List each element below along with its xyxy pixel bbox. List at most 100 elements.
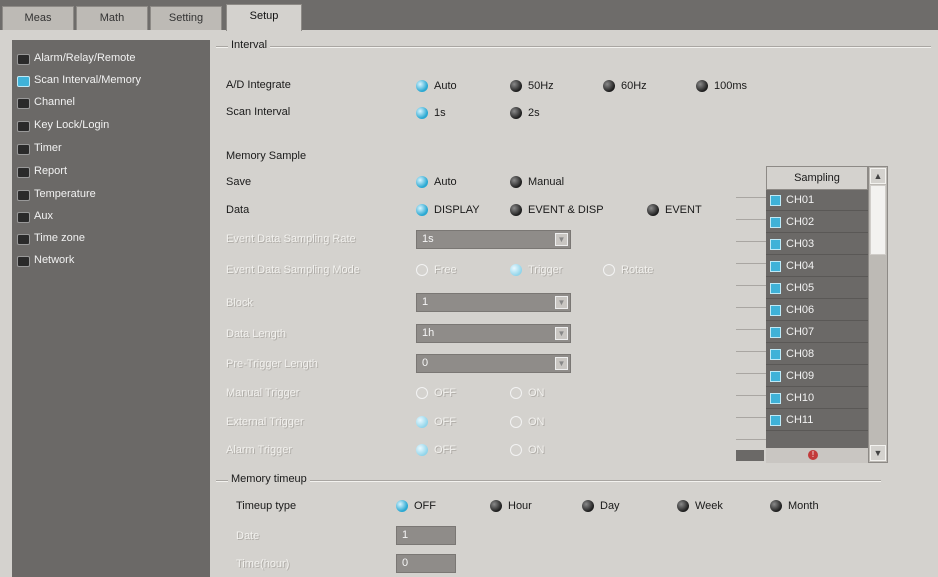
sidebar-item-label: Report [34,165,68,177]
scan-interval-1s-radio[interactable]: 1s [416,105,446,121]
channel-item-ch06[interactable]: CH06 [766,300,868,321]
bullet-icon [17,256,30,267]
channel-item-ch04[interactable]: CH04 [766,256,868,277]
sidebar-item-network[interactable]: Network [12,250,210,271]
timeup-day-radio[interactable]: Day [582,498,620,514]
checkbox-icon [770,283,781,294]
date-field[interactable]: 1 [396,526,456,545]
sidebar-item-label: Alarm/Relay/Remote [34,52,136,64]
channel-item-ch09[interactable]: CH09 [766,366,868,387]
event-mode-trigger-radio[interactable]: Trigger [510,262,562,278]
sidebar-item-channel[interactable]: Channel [12,92,210,113]
sampling-channel-list: CH01 CH02 CH03 CH04 CH05 CH06 CH07 CH08 … [766,190,868,448]
sidebar-item-label: Key Lock/Login [34,119,110,131]
data-length-select[interactable]: 1h ▼ [416,324,571,343]
ad-integrate-auto-radio[interactable]: Auto [416,78,457,94]
settings-panel: Interval A/D Integrate Auto 50Hz 60Hz 10… [216,36,938,577]
event-mode-free-radio[interactable]: Free [416,262,457,278]
channel-item-ch05[interactable]: CH05 [766,278,868,299]
bullet-icon [17,98,30,109]
alarm-trigger-label: Alarm Trigger [226,444,293,456]
sidebar-item-label: Channel [34,96,75,108]
checkbox-icon [770,261,781,272]
channel-item-ch11[interactable]: CH11 [766,410,868,431]
scroll-thumb[interactable] [870,185,886,255]
ad-integrate-label: A/D Integrate [226,79,291,91]
event-sampling-rate-select[interactable]: 1s ▼ [416,230,571,249]
event-mode-rotate-radio[interactable]: Rotate [603,262,653,278]
block-select[interactable]: 1 ▼ [416,293,571,312]
sidebar-item-timer[interactable]: Timer [12,138,210,159]
bullet-icon [17,190,30,201]
sidebar-item-time-zone[interactable]: Time zone [12,228,210,249]
tab-meas[interactable]: Meas [2,6,74,30]
ad-integrate-60hz-radio[interactable]: 60Hz [603,78,647,94]
checkbox-icon [770,349,781,360]
sidebar-item-report[interactable]: Report [12,161,210,182]
sampling-list: Sampling CH01 CH02 CH03 CH04 CH05 CH06 C… [736,166,888,486]
bullet-icon [17,121,30,132]
ad-integrate-100ms-radio[interactable]: 100ms [696,78,747,94]
alarm-trigger-on-radio[interactable]: ON [510,442,545,458]
bullet-icon [17,144,30,155]
event-sampling-mode-label: Event Data Sampling Mode [226,264,360,276]
external-trigger-label: External Trigger [226,416,304,428]
data-length-label: Data Length [226,328,286,340]
pretrigger-length-select[interactable]: 0 ▼ [416,354,571,373]
sidebar-item-alarm-relay-remote[interactable]: Alarm/Relay/Remote [12,48,210,69]
bullet-icon [17,234,30,245]
timeup-week-radio[interactable]: Week [677,498,723,514]
chevron-down-icon: ▼ [555,233,568,246]
sidebar-item-key-lock-login[interactable]: Key Lock/Login [12,115,210,136]
timeup-off-radio[interactable]: OFF [396,498,436,514]
checkbox-icon [770,371,781,382]
manual-trigger-on-radio[interactable]: ON [510,385,545,401]
channel-item-ch10[interactable]: CH10 [766,388,868,409]
channel-item-ch02[interactable]: CH02 [766,212,868,233]
channel-item-ch03[interactable]: CH03 [766,234,868,255]
sidebar-item-aux[interactable]: Aux [12,206,210,227]
tab-math[interactable]: Math [76,6,148,30]
save-label: Save [226,176,252,188]
sidebar-item-label: Aux [34,210,53,222]
timeup-hour-radio[interactable]: Hour [490,498,532,514]
bullet-icon [17,54,30,65]
timeup-month-radio[interactable]: Month [770,498,819,514]
sidebar-item-temperature[interactable]: Temperature [12,184,210,205]
data-event-disp-radio[interactable]: EVENT & DISP [510,202,604,218]
save-manual-radio[interactable]: Manual [510,174,564,190]
scan-interval-2s-radio[interactable]: 2s [510,105,540,121]
external-trigger-off-radio[interactable]: OFF [416,414,456,430]
sidebar-item-label: Time zone [34,232,85,244]
group-divider [216,480,881,482]
channel-item-ch08[interactable]: CH08 [766,344,868,365]
sidebar-item-label: Network [34,254,75,266]
manual-trigger-off-radio[interactable]: OFF [416,385,456,401]
chevron-down-icon: ▼ [555,357,568,370]
channel-item-ch07[interactable]: CH07 [766,322,868,343]
channel-item-ch01[interactable]: CH01 [766,190,868,211]
data-display-radio[interactable]: DISPLAY [416,202,480,218]
bullet-icon [17,212,30,223]
block-label: Block [226,297,253,309]
data-event-radio[interactable]: EVENT [647,202,702,218]
chevron-down-icon: ▼ [555,327,568,340]
date-label: Date [236,530,260,542]
save-auto-radio[interactable]: Auto [416,174,457,190]
external-trigger-on-radio[interactable]: ON [510,414,545,430]
bullet-icon [17,167,30,178]
scroll-down-icon[interactable]: ▼ [870,445,886,461]
sidebar-item-scan-interval-memory[interactable]: Scan Interval/Memory [12,70,210,91]
checkbox-icon [770,305,781,316]
checkbox-icon [770,217,781,228]
tab-setting[interactable]: Setting [150,6,222,30]
ad-integrate-50hz-radio[interactable]: 50Hz [510,78,554,94]
sampling-header: Sampling [766,166,868,190]
sampling-footer: ! [736,448,868,463]
alarm-trigger-off-radio[interactable]: OFF [416,442,456,458]
scroll-up-icon[interactable]: ▲ [870,168,886,184]
group-divider [216,46,931,48]
time-hour-field[interactable]: 0 [396,554,456,573]
sampling-scrollbar[interactable]: ▲ ▼ [868,166,888,463]
tab-setup[interactable]: Setup [226,4,302,31]
